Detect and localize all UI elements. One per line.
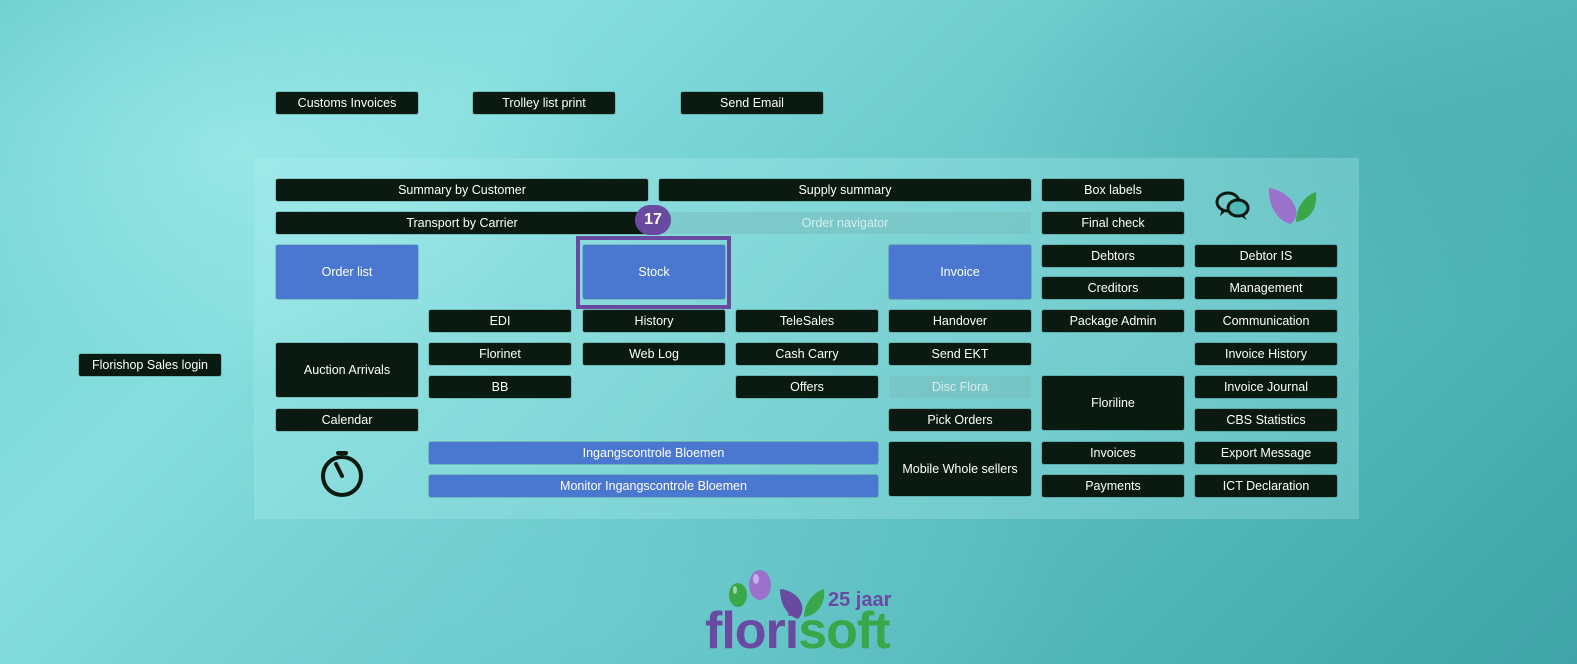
- invoice-journal-button[interactable]: Invoice Journal: [1195, 376, 1337, 398]
- management-button[interactable]: Management: [1195, 277, 1337, 299]
- offers-button[interactable]: Offers: [736, 376, 878, 398]
- florinet-button[interactable]: Florinet: [429, 343, 571, 365]
- calendar-button[interactable]: Calendar: [276, 409, 418, 431]
- florisoft-logo: 25 jaar florisoft: [700, 565, 930, 660]
- logo-flori: flori: [705, 602, 799, 660]
- cash-carry-button[interactable]: Cash Carry: [736, 343, 878, 365]
- payments-button[interactable]: Payments: [1042, 475, 1184, 497]
- transport-by-carrier-button[interactable]: Transport by Carrier: [276, 212, 648, 234]
- debtor-is-button[interactable]: Debtor IS: [1195, 245, 1337, 267]
- logo-soft: soft: [798, 602, 890, 660]
- history-button[interactable]: History: [583, 310, 725, 332]
- customs-invoices-button[interactable]: Customs Invoices: [276, 92, 418, 114]
- ict-declaration-button[interactable]: ICT Declaration: [1195, 475, 1337, 497]
- box-labels-button[interactable]: Box labels: [1042, 179, 1184, 201]
- mobile-whole-sellers-button[interactable]: Mobile Whole sellers: [889, 442, 1031, 496]
- package-admin-button[interactable]: Package Admin: [1042, 310, 1184, 332]
- send-ekt-button[interactable]: Send EKT: [889, 343, 1031, 365]
- communication-button[interactable]: Communication: [1195, 310, 1337, 332]
- export-message-button[interactable]: Export Message: [1195, 442, 1337, 464]
- bb-button[interactable]: BB: [429, 376, 571, 398]
- edi-button[interactable]: EDI: [429, 310, 571, 332]
- order-list-button[interactable]: Order list: [276, 245, 418, 299]
- order-navigator-button[interactable]: Order navigator: [659, 212, 1031, 234]
- step-highlight-frame: [576, 236, 731, 309]
- ingangscontrole-bloemen-button[interactable]: Ingangscontrole Bloemen: [429, 442, 878, 464]
- send-email-button[interactable]: Send Email: [681, 92, 823, 114]
- final-check-button[interactable]: Final check: [1042, 212, 1184, 234]
- invoice-button[interactable]: Invoice: [889, 245, 1031, 299]
- floriline-button[interactable]: Floriline: [1042, 376, 1184, 430]
- telesales-button[interactable]: TeleSales: [736, 310, 878, 332]
- web-log-button[interactable]: Web Log: [583, 343, 725, 365]
- pick-orders-button[interactable]: Pick Orders: [889, 409, 1031, 431]
- auction-arrivals-button[interactable]: Auction Arrivals: [276, 343, 418, 397]
- debtors-button[interactable]: Debtors: [1042, 245, 1184, 267]
- step-number-badge: 17: [635, 205, 671, 235]
- handover-button[interactable]: Handover: [889, 310, 1031, 332]
- timer-icon[interactable]: [318, 450, 366, 498]
- creditors-button[interactable]: Creditors: [1042, 277, 1184, 299]
- supply-summary-button[interactable]: Supply summary: [659, 179, 1031, 201]
- invoice-history-button[interactable]: Invoice History: [1195, 343, 1337, 365]
- disc-flora-button[interactable]: Disc Flora: [889, 376, 1031, 398]
- summary-by-customer-button[interactable]: Summary by Customer: [276, 179, 648, 201]
- monitor-ingangscontrole-bloemen-button[interactable]: Monitor Ingangscontrole Bloemen: [429, 475, 878, 497]
- florisoft-wordmark: florisoft: [705, 601, 891, 661]
- leaf-logo-icon: [1268, 188, 1317, 224]
- florishop-sales-login-button[interactable]: Florishop Sales login: [79, 354, 221, 376]
- trolley-list-print-button[interactable]: Trolley list print: [473, 92, 615, 114]
- invoices-button[interactable]: Invoices: [1042, 442, 1184, 464]
- cbs-statistics-button[interactable]: CBS Statistics: [1195, 409, 1337, 431]
- chat-bubbles-icon[interactable]: [1214, 188, 1252, 224]
